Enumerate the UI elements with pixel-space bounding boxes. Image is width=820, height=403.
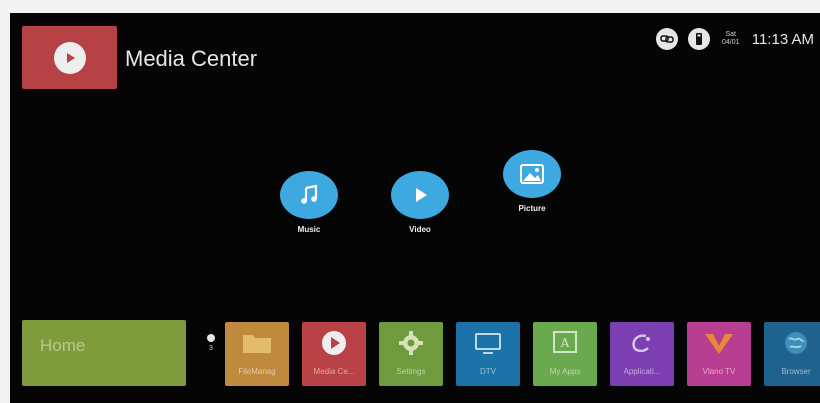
tile-dtv[interactable]: DTV [456,322,520,386]
tile-label: Settings [396,367,426,376]
music-note-icon [280,171,338,219]
home-tile[interactable]: Home [22,320,186,386]
media-item-picture[interactable]: Picture [492,150,572,213]
tile-browser[interactable]: Browser [764,322,820,386]
tile-media-center[interactable]: Media Ce... [302,322,366,386]
tile-label: Browser [781,367,811,376]
folder-icon [240,330,274,356]
picture-icon [503,150,561,198]
media-center-app-icon [22,26,117,89]
tile-applications[interactable]: Applicati... [610,322,674,386]
tile-my-apps[interactable]: A My Apps [533,322,597,386]
tile-label: My Apps [549,367,581,376]
tile-label: Media Ce... [313,367,355,376]
svg-text:A: A [560,336,570,350]
tv-icon [471,330,505,356]
tile-label: Vlano TV [702,367,736,376]
apps-icon: A [548,330,582,356]
tile-label: FileManag [238,367,276,376]
tile-label: DTV [480,367,496,376]
usb-icon [687,28,710,50]
media-item-video[interactable]: Video [380,171,460,234]
frame-top [0,0,820,13]
media-item-label: Video [409,225,431,234]
clock: 11:13 AM [751,30,814,48]
vlano-icon [702,330,736,356]
gear-icon [394,330,428,356]
page-indicator: 3 [206,334,216,352]
media-item-label: Picture [518,204,546,213]
date-day: Sat [725,31,736,38]
app-store-icon [625,330,659,356]
network-icon [655,28,678,50]
play-icon [53,41,86,74]
frame-left [0,0,10,403]
tile-vlano-tv[interactable]: Vlano TV [687,322,751,386]
tile-label: Applicati... [623,367,661,376]
date-display: Sat 04/01 [720,31,742,47]
page-dot [207,334,215,342]
play-icon [391,171,449,219]
globe-icon [779,330,813,356]
date-value: 04/01 [721,39,740,46]
tile-settings[interactable]: Settings [379,322,443,386]
media-item-music[interactable]: Music [269,171,349,234]
tv-screen: Media Center Sat 04/01 11:13 AM Music Vi… [10,13,820,403]
page-title: Media Center [125,46,258,71]
media-item-label: Music [297,225,321,234]
play-icon [317,330,351,356]
tile-filemanager[interactable]: FileManag [225,322,289,386]
status-bar: Sat 04/01 11:13 AM [655,27,814,51]
home-label: Home [40,336,86,355]
page-number: 3 [209,345,213,352]
